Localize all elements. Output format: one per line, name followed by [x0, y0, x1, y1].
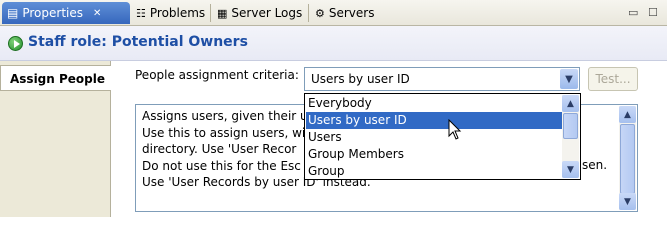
criteria-selected-value: Users by user ID — [311, 72, 410, 86]
properties-icon: ▤ — [7, 6, 19, 20]
tab-properties[interactable]: ▤ Properties ✕ — [2, 2, 130, 24]
maximize-icon[interactable]: ☐ — [648, 6, 658, 19]
mouse-cursor-icon — [448, 119, 462, 140]
criteria-select[interactable]: Users by user ID ▼ — [304, 67, 580, 91]
dropdown-option-users[interactable]: Users — [306, 129, 562, 146]
sidebar: Assign People — [0, 61, 111, 217]
minimize-icon[interactable]: ▭ — [628, 6, 638, 19]
scroll-up-icon[interactable]: ▲ — [562, 95, 579, 112]
run-icon — [8, 36, 23, 51]
chevron-down-icon[interactable]: ▼ — [560, 69, 578, 89]
description-line: Assigns users, given their u — [142, 109, 308, 123]
dropdown-option-everybody[interactable]: Everybody — [306, 95, 562, 112]
tab-server-logs[interactable]: ▦ Server Logs — [212, 2, 307, 24]
scroll-thumb[interactable] — [563, 113, 578, 139]
description-line: directory. Use 'User Recor — [142, 142, 297, 156]
server-logs-icon: ▦ — [217, 6, 228, 20]
test-button[interactable]: Test... — [588, 67, 638, 91]
scroll-down-icon[interactable]: ▼ — [562, 161, 579, 178]
description-fragment: sen. — [582, 158, 608, 172]
tab-divider — [308, 4, 309, 22]
scroll-thumb[interactable] — [620, 124, 635, 194]
tab-properties-label: Properties — [22, 6, 83, 20]
tab-problems[interactable]: ☷ Problems — [131, 2, 210, 24]
dropdown-option-group[interactable]: Group — [306, 163, 562, 179]
page-title: Staff role: Potential Owners — [28, 34, 248, 50]
dropdown-scrollbar[interactable]: ▲ ▼ — [562, 95, 579, 178]
view-tab-bar: ▤ Properties ✕ ☷ Problems ▦ Server Logs … — [0, 0, 667, 26]
tab-divider — [210, 4, 211, 22]
criteria-dropdown-list: Everybody Users by user ID Users Group M… — [304, 93, 581, 180]
tab-servers-label: Servers — [328, 6, 375, 20]
description-scrollbar[interactable]: ▲ ▼ — [619, 106, 636, 210]
criteria-label: People assignment criteria: — [135, 68, 299, 82]
tab-problems-label: Problems — [149, 6, 206, 20]
servers-icon: ⚙ — [315, 6, 325, 20]
description-line: Do not use this for the Esc — [142, 158, 301, 173]
problems-icon: ☷ — [136, 6, 146, 20]
form-header: Staff role: Potential Owners — [0, 26, 667, 61]
dropdown-option-group-members[interactable]: Group Members — [306, 146, 562, 163]
dropdown-option-users-by-user-id[interactable]: Users by user ID — [306, 112, 562, 129]
close-icon[interactable]: ✕ — [93, 8, 101, 19]
tab-servers[interactable]: ⚙ Servers — [310, 2, 379, 24]
description-line: Use this to assign users, wi — [142, 125, 306, 140]
tab-server-logs-label: Server Logs — [231, 6, 303, 20]
scroll-up-icon[interactable]: ▲ — [619, 106, 636, 123]
scroll-down-icon[interactable]: ▼ — [619, 193, 636, 210]
sidebar-item-assign-people[interactable]: Assign People — [0, 65, 111, 91]
